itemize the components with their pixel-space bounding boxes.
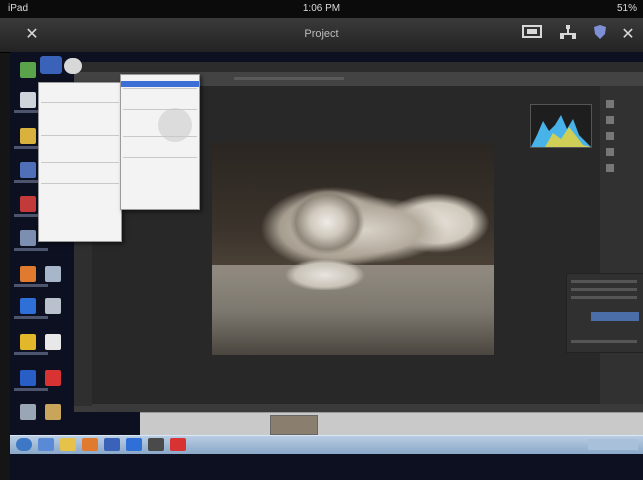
ipad-status-bar: iPad 1:06 PM 51% <box>0 0 643 18</box>
recycle-bin-icon[interactable] <box>20 92 36 108</box>
taskbar-app-icon[interactable] <box>38 438 54 451</box>
file-menu-dropdown[interactable] <box>38 82 122 242</box>
app-icon[interactable] <box>20 196 36 212</box>
ps-logo-icon <box>40 56 62 74</box>
menu-item[interactable] <box>121 165 199 171</box>
taskbar-app-icon[interactable] <box>82 438 98 451</box>
menu-item[interactable] <box>39 155 121 161</box>
histogram-panel <box>530 104 592 148</box>
ps-status-bar <box>92 404 643 412</box>
layer-row-selected[interactable] <box>591 312 639 321</box>
taskbar-photoshop-icon[interactable] <box>148 438 164 451</box>
taskbar-app-icon[interactable] <box>104 438 120 451</box>
network-icon[interactable] <box>556 24 580 46</box>
layers-panel[interactable] <box>566 273 643 353</box>
app-icon[interactable] <box>20 230 36 246</box>
status-time: 1:06 PM <box>302 3 341 14</box>
app-icon[interactable] <box>20 334 36 350</box>
internet-explorer-icon[interactable] <box>20 298 36 314</box>
submenu-dropdown[interactable] <box>120 74 200 210</box>
document-icon[interactable] <box>45 334 61 350</box>
taskbar-app-icon[interactable] <box>126 438 142 451</box>
menu-item[interactable] <box>121 102 199 108</box>
windows-taskbar <box>10 435 643 454</box>
exit-close-icon[interactable]: ✕ <box>618 24 638 46</box>
media-player-icon[interactable] <box>20 266 36 282</box>
app-icon[interactable] <box>20 404 36 420</box>
app-icon[interactable] <box>20 162 36 178</box>
menu-item[interactable] <box>39 176 121 182</box>
start-button-icon[interactable] <box>16 438 32 451</box>
taskbar-preview-strip <box>140 412 643 436</box>
folder-icon[interactable] <box>20 128 36 144</box>
shield-icon[interactable] <box>590 24 610 46</box>
ps-right-panel-strip[interactable] <box>600 86 643 404</box>
app-icon[interactable] <box>20 370 36 386</box>
remote-app-toolbar: ✕ Project ✕ <box>0 18 643 53</box>
app-icon[interactable] <box>45 298 61 314</box>
taskbar-folder-icon[interactable] <box>60 438 76 451</box>
window-thumbnail[interactable] <box>270 415 318 435</box>
taskbar-acrobat-icon[interactable] <box>170 438 186 451</box>
menu-item[interactable] <box>39 95 121 101</box>
app-icon[interactable] <box>45 404 61 420</box>
monitor-icon[interactable] <box>520 24 544 46</box>
app-title: Project <box>304 28 339 40</box>
touch-cursor <box>158 108 192 142</box>
ps-menu-bar[interactable] <box>74 62 643 72</box>
photo-subject <box>255 160 480 290</box>
menu-item[interactable] <box>39 203 121 209</box>
menu-item-highlighted[interactable] <box>121 81 199 87</box>
desktop-icon[interactable] <box>20 62 36 78</box>
app-icon[interactable] <box>45 266 61 282</box>
user-icon <box>64 58 82 74</box>
system-tray[interactable] <box>588 439 638 450</box>
menu-item[interactable] <box>39 128 121 134</box>
battery-level: 51% <box>616 3 637 14</box>
menu-item[interactable] <box>121 150 199 156</box>
acrobat-icon[interactable] <box>45 370 61 386</box>
